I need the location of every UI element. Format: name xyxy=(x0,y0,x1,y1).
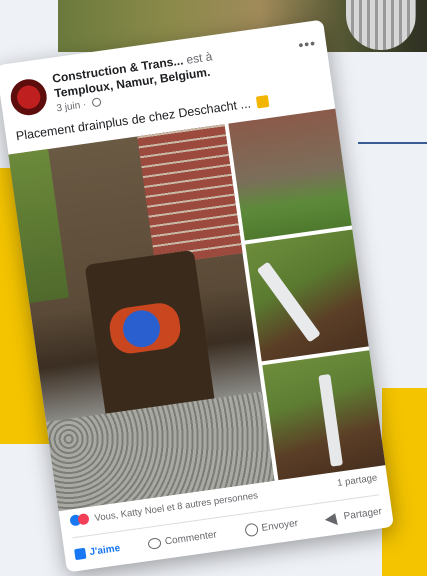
thumbs-up-emoji-icon xyxy=(256,94,270,109)
post-photo-grid xyxy=(8,108,386,512)
love-reaction-icon xyxy=(77,512,90,526)
comment-button[interactable]: Commenter xyxy=(147,529,217,550)
share-label: Partager xyxy=(342,505,383,522)
yellow-accent-block-right xyxy=(382,388,427,576)
more-options-icon[interactable]: ••• xyxy=(297,35,317,53)
thumbs-up-icon xyxy=(74,547,87,560)
post-date[interactable]: 3 juin · xyxy=(56,99,87,114)
like-label: J'aime xyxy=(88,542,121,558)
photo-brick-wall xyxy=(137,124,243,266)
accent-line xyxy=(358,142,427,144)
post-photo-middle-right[interactable] xyxy=(245,229,369,362)
shares-count[interactable]: 1 partage xyxy=(337,472,378,488)
comment-label: Commenter xyxy=(164,528,218,548)
globe-icon xyxy=(91,97,102,108)
post-photo-top-right[interactable] xyxy=(228,108,352,241)
send-button[interactable]: Envoyer xyxy=(243,516,299,537)
share-icon xyxy=(324,510,342,526)
send-label: Envoyer xyxy=(260,517,299,534)
share-button[interactable]: Partager xyxy=(324,505,383,526)
messenger-icon xyxy=(243,522,259,537)
comment-icon xyxy=(147,536,162,550)
like-button[interactable]: J'aime xyxy=(74,542,121,560)
page-avatar[interactable] xyxy=(8,76,50,118)
